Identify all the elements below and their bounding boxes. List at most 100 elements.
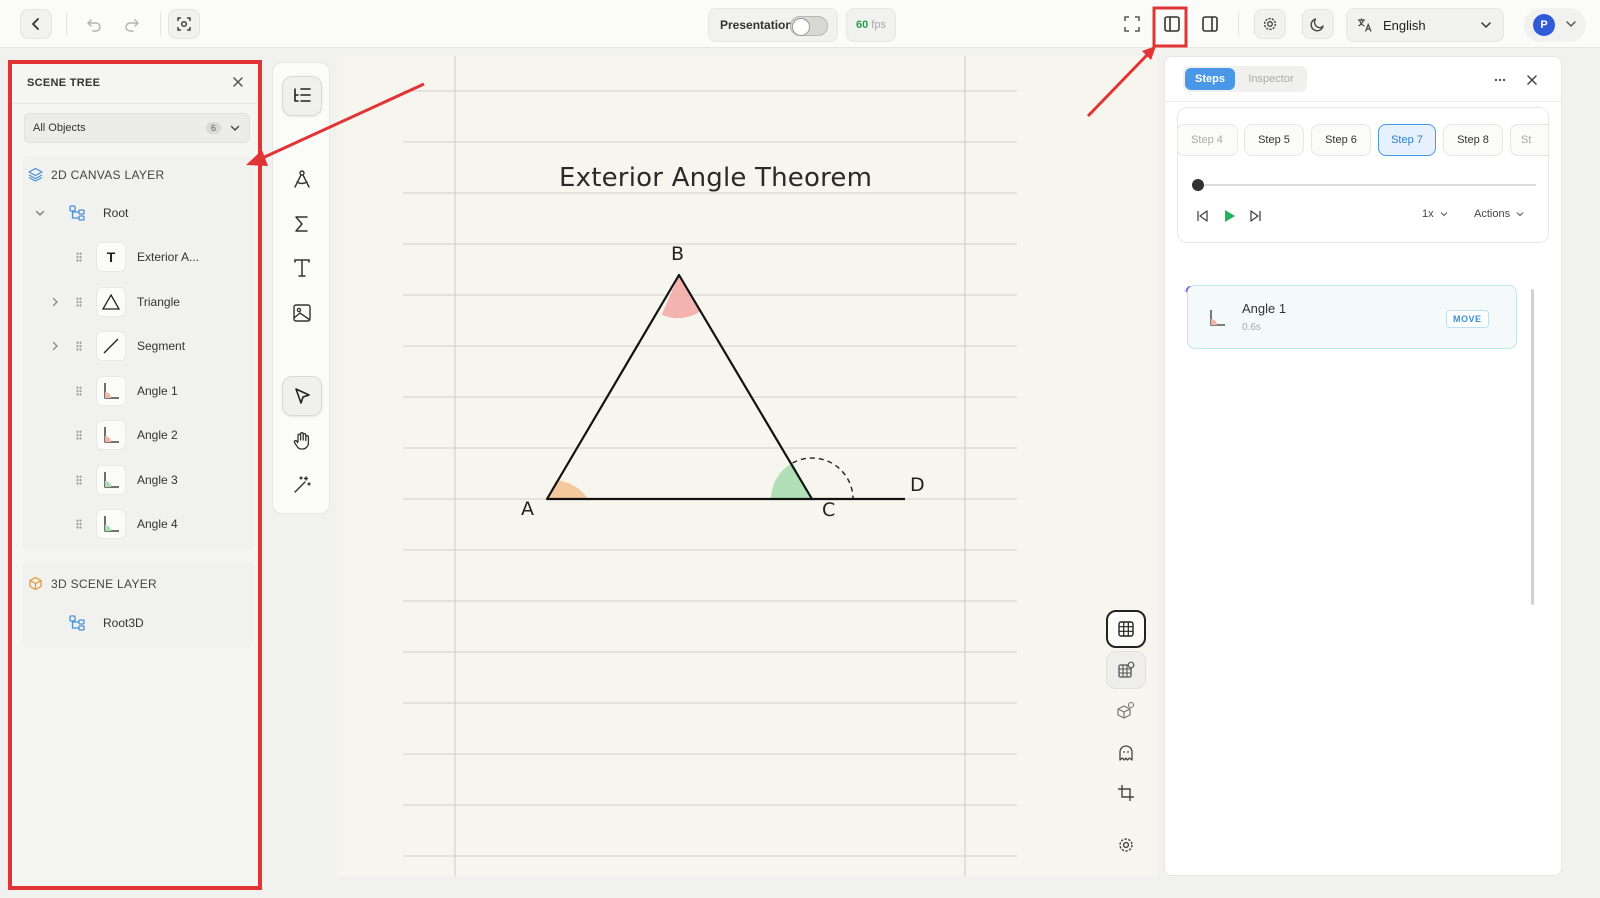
ghost-mode-button[interactable] <box>1106 734 1146 772</box>
tree-node-root[interactable]: Root <box>62 195 128 231</box>
tree-node-label: Root3D <box>103 616 144 630</box>
vertex-label-a[interactable]: A <box>521 498 534 520</box>
drag-handle-icon[interactable] <box>76 297 82 307</box>
undo-button[interactable] <box>78 9 110 39</box>
back-button[interactable] <box>20 9 52 39</box>
step-item-name: Angle 1 <box>1242 301 1287 316</box>
close-panel-button[interactable] <box>1519 67 1545 93</box>
segment-icon <box>96 331 126 361</box>
timeline-scrubber[interactable] <box>1192 179 1204 191</box>
step-item-card[interactable]: Angle 1 0.6s MOVE <box>1187 285 1517 349</box>
tree-node-label: Triangle <box>137 295 180 309</box>
close-scene-tree-button[interactable] <box>231 75 245 94</box>
chevron-down-icon <box>1481 22 1491 29</box>
canvas-layer-header[interactable]: 2D CANVAS LAYER <box>28 167 164 182</box>
tree-node-root3d[interactable]: Root3D <box>62 605 144 641</box>
undo-icon <box>87 19 101 32</box>
playback-speed-select[interactable]: 1x <box>1422 208 1449 220</box>
cube-icon <box>29 576 42 591</box>
tree-node-text[interactable]: T Exterior A... <box>96 239 199 275</box>
drawing-toolbar <box>272 62 330 514</box>
tree-node-label: Exterior A... <box>137 250 200 264</box>
more-options-button[interactable] <box>1487 67 1513 93</box>
scrollbar[interactable] <box>1531 289 1534 605</box>
step-chip[interactable]: Step 6 <box>1311 124 1371 156</box>
previous-step-button[interactable] <box>1192 206 1212 226</box>
tree-node-segment[interactable]: Segment <box>96 328 185 364</box>
dark-mode-button[interactable] <box>1302 9 1334 39</box>
magic-tool[interactable] <box>282 465 322 505</box>
step-chip[interactable]: Step 4 <box>1178 124 1238 156</box>
step-chip[interactable]: Step 8 <box>1443 124 1503 156</box>
tree-node-angle-3[interactable]: Angle 3 <box>96 462 178 498</box>
step-chip[interactable]: Step 5 <box>1244 124 1304 156</box>
step-chip-selected[interactable]: Step 7 <box>1378 124 1436 156</box>
timeline-track[interactable] <box>1198 184 1536 186</box>
settings-button[interactable] <box>1254 9 1286 39</box>
tree-node-angle-2[interactable]: Angle 2 <box>96 417 178 453</box>
left-panel-toggle-button[interactable] <box>1156 9 1188 39</box>
geometry-tool[interactable] <box>282 159 322 199</box>
actions-menu[interactable]: Actions <box>1474 208 1525 220</box>
scene-layer-header[interactable]: 3D SCENE LAYER <box>28 576 157 591</box>
vertex-label-b[interactable]: B <box>671 243 684 265</box>
tree-node-label: Angle 1 <box>137 384 178 398</box>
step-item-duration: 0.6s <box>1242 322 1261 333</box>
vertex-label-d[interactable]: D <box>910 474 925 496</box>
tree-node-triangle[interactable]: Triangle <box>96 284 180 320</box>
snap-object-button[interactable] <box>1106 692 1146 730</box>
next-step-button[interactable] <box>1246 206 1266 226</box>
image-tool[interactable] <box>282 293 322 333</box>
drag-handle-icon[interactable] <box>76 519 82 529</box>
screenshot-button[interactable] <box>168 9 200 39</box>
top-toolbar: Presentation 60 fps English P <box>0 0 1600 48</box>
right-panel-toggle-button[interactable] <box>1194 9 1226 39</box>
drag-handle-icon[interactable] <box>76 430 82 440</box>
snap-grid-button[interactable] <box>1106 651 1146 689</box>
drag-handle-icon[interactable] <box>76 252 82 262</box>
tree-node-angle-4[interactable]: Angle 4 <box>96 506 178 542</box>
select-tool[interactable] <box>282 376 322 416</box>
drag-handle-icon[interactable] <box>76 341 82 351</box>
fps-counter: 60 fps <box>846 8 896 42</box>
gear-icon <box>1263 17 1277 31</box>
formula-tool[interactable] <box>282 204 322 244</box>
fps-unit: fps <box>871 19 886 31</box>
hand-icon <box>293 432 310 450</box>
angle-b-marker[interactable] <box>661 275 702 319</box>
redo-icon <box>125 19 139 32</box>
fps-value: 60 <box>856 19 869 31</box>
chevron-down-icon <box>230 125 240 131</box>
chevron-right-icon[interactable] <box>49 296 61 308</box>
redo-button[interactable] <box>116 9 148 39</box>
chevron-right-icon[interactable] <box>49 340 61 352</box>
tab-inspector[interactable]: Inspector <box>1241 68 1301 90</box>
step-chip[interactable]: St <box>1510 124 1548 156</box>
step-player: Step 4 Step 5 Step 6 Step 7 Step 8 St 1x… <box>1177 107 1549 243</box>
canvas-settings-button[interactable] <box>1106 826 1146 864</box>
grid-toggle-button[interactable] <box>1106 610 1146 648</box>
object-filter-select[interactable]: All Objects 6 <box>24 113 250 143</box>
text-tool[interactable] <box>282 248 322 288</box>
angle-c-marker[interactable] <box>771 462 812 499</box>
canvas-title[interactable]: Exterior Angle Theorem <box>559 163 872 193</box>
drag-handle-icon[interactable] <box>76 386 82 396</box>
tab-steps[interactable]: Steps <box>1185 68 1235 90</box>
crop-button[interactable] <box>1106 774 1146 812</box>
drawing-canvas[interactable]: Exterior Angle Theorem A B C D <box>337 56 1157 876</box>
tree-node-angle-1[interactable]: Angle 1 <box>96 373 178 409</box>
scene-tree-tool[interactable] <box>282 76 322 116</box>
fullscreen-button[interactable] <box>1116 9 1148 39</box>
chevron-down-icon[interactable] <box>34 207 46 219</box>
scene-tree-header: SCENE TREE <box>12 64 258 104</box>
compass-icon <box>294 170 310 188</box>
pan-tool[interactable] <box>282 421 322 461</box>
presentation-toggle[interactable] <box>790 16 828 36</box>
vertex-label-c[interactable]: C <box>822 499 835 521</box>
drag-handle-icon[interactable] <box>76 475 82 485</box>
tree-node-label: Angle 3 <box>137 473 178 487</box>
play-button[interactable] <box>1219 206 1239 226</box>
user-menu[interactable]: P <box>1524 8 1586 42</box>
language-select[interactable]: English <box>1346 8 1504 42</box>
panel-left-icon <box>1164 16 1180 32</box>
